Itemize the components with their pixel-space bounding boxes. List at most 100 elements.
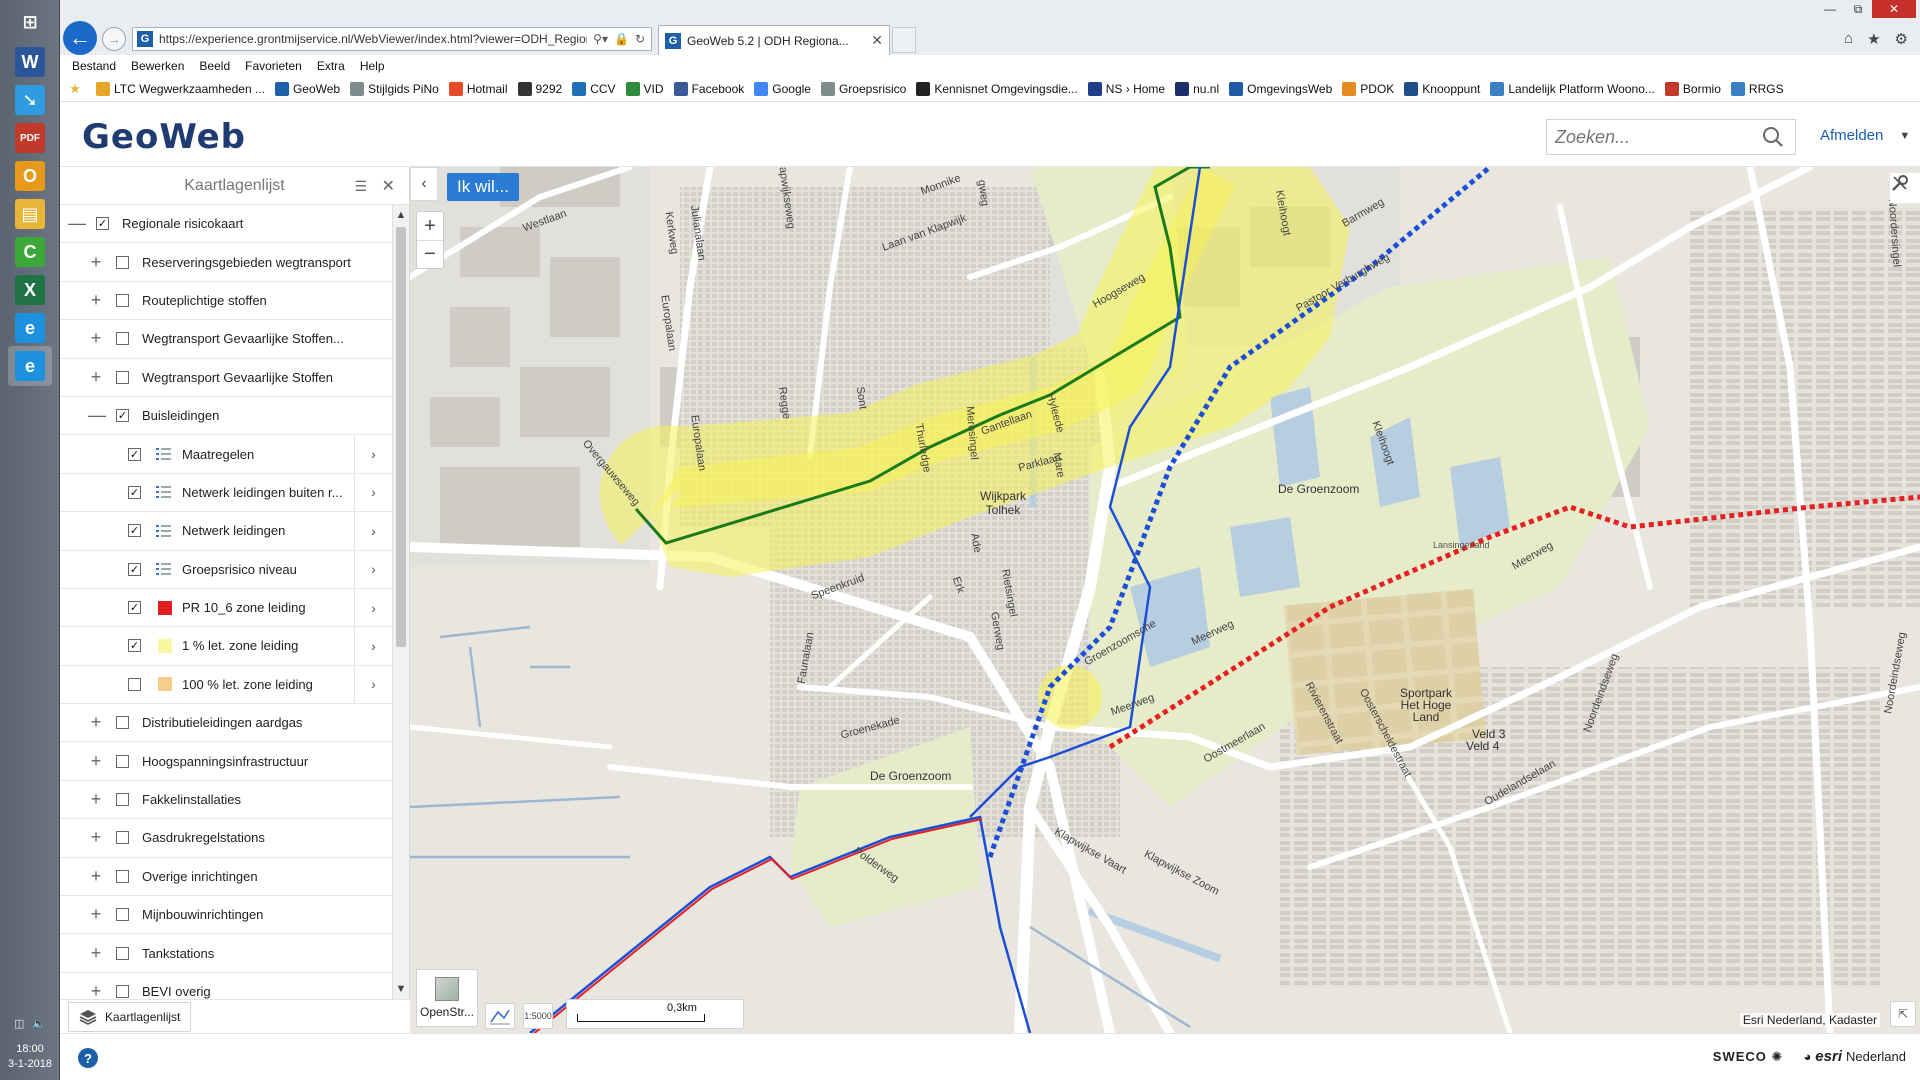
favorite-link[interactable]: Knooppunt [1404, 82, 1480, 96]
system-clock[interactable]: 18:00 3-1-2018 [0, 1042, 60, 1072]
help-button[interactable]: ? [78, 1048, 98, 1068]
logout-menu[interactable]: Afmelden ▼ [1820, 127, 1910, 144]
chevron-right-icon[interactable]: › [354, 665, 392, 704]
layer-checkbox[interactable] [116, 908, 129, 922]
address-bar[interactable]: G https://experience.grontmijservice.nl/… [132, 27, 652, 51]
browser-tab[interactable]: G GeoWeb 5.2 | ODH Regiona... ✕ [658, 25, 890, 55]
layer-checkbox[interactable]: ✓ [128, 639, 141, 653]
restore-button[interactable]: ⧉ [1844, 0, 1872, 18]
taskbar-button[interactable]: C [8, 232, 52, 272]
network-icon[interactable]: ◫ [14, 1017, 24, 1030]
expand-icon[interactable]: + [88, 328, 104, 349]
layer-checkbox[interactable] [116, 985, 129, 998]
layer-row[interactable]: — ✓ Buisleidingen [60, 397, 392, 436]
layer-checkbox[interactable] [116, 869, 129, 883]
layer-row[interactable]: + Routeplichtige stoffen [60, 282, 392, 321]
favorite-link[interactable]: Google [754, 82, 811, 96]
layer-checkbox[interactable]: ✓ [128, 485, 141, 499]
layer-row[interactable]: + Mijnbouwinrichtingen [60, 896, 392, 935]
chevron-right-icon[interactable]: › [354, 588, 392, 627]
menu-item[interactable]: Extra [317, 59, 345, 73]
expand-icon[interactable]: + [88, 866, 104, 887]
basemap-toggle[interactable]: OpenStr... [416, 969, 478, 1027]
layer-row[interactable]: ✓ › Maatregelen [60, 435, 392, 474]
layer-checkbox[interactable] [128, 677, 141, 691]
scroll-thumb[interactable] [396, 227, 406, 647]
chevron-down-icon[interactable]: ▼ [1899, 130, 1910, 142]
scale-button[interactable]: 1:5000 [523, 1003, 553, 1029]
new-tab-button[interactable] [892, 27, 916, 53]
expand-icon[interactable]: + [88, 367, 104, 388]
expand-icon[interactable]: + [88, 751, 104, 772]
menu-item[interactable]: Beeld [199, 59, 230, 73]
expand-icon[interactable]: + [88, 943, 104, 964]
favorite-link[interactable]: Landelijk Platform Woono... [1490, 82, 1655, 96]
layer-row[interactable]: ✓ › Netwerk leidingen buiten r... [60, 473, 392, 513]
expand-icon[interactable]: + [88, 789, 104, 810]
map-canvas[interactable] [410, 167, 1920, 1033]
favorite-link[interactable]: CCV [572, 82, 616, 96]
favorite-link[interactable]: GeoWeb [274, 82, 340, 96]
layer-row[interactable]: + Overige inrichtingen [60, 858, 392, 897]
chevron-right-icon[interactable]: › [354, 512, 392, 550]
layer-checkbox[interactable] [116, 754, 129, 768]
expand-icon[interactable]: + [88, 904, 104, 925]
geoweb-logo[interactable]: GeoWeb [82, 117, 246, 157]
layer-checkbox[interactable]: ✓ [116, 409, 129, 423]
layer-checkbox[interactable]: ✓ [128, 447, 141, 461]
favorite-link[interactable]: VID [625, 82, 664, 96]
ik-wil-button[interactable]: Ik wil... [447, 173, 519, 201]
favorite-link[interactable]: Hotmail [448, 82, 508, 96]
zoom-in-button[interactable]: + [417, 212, 443, 240]
collapse-icon[interactable]: — [88, 405, 106, 426]
layer-row[interactable]: + Wegtransport Gevaarlijke Stoffen [60, 359, 392, 397]
collapse-icon[interactable]: — [68, 213, 86, 234]
layer-checkbox[interactable] [116, 793, 129, 807]
layer-checkbox[interactable]: ✓ [128, 601, 141, 615]
layer-row[interactable]: + Gasdrukregelstations [60, 819, 392, 858]
tools-button[interactable] [1890, 173, 1920, 203]
panel-menu-icon[interactable]: ☰ [354, 178, 367, 195]
layer-row[interactable]: + Distributieleidingen aardgas [60, 704, 392, 743]
layer-checkbox[interactable]: ✓ [128, 562, 141, 576]
expand-icon[interactable]: + [88, 252, 104, 273]
layer-checkbox[interactable] [116, 946, 129, 960]
search-button[interactable] [1755, 120, 1791, 154]
chevron-right-icon[interactable]: › [354, 473, 392, 512]
taskbar-button[interactable]: e [8, 346, 52, 386]
layer-row[interactable]: ✓ › PR 10_6 zone leiding [60, 588, 392, 628]
layer-row[interactable]: + Tankstations [60, 934, 392, 973]
layer-row[interactable]: ✓ › Groepsrisico niveau [60, 550, 392, 589]
forward-button[interactable]: → [102, 27, 126, 51]
taskbar-button[interactable]: ➘ [8, 80, 52, 120]
back-button[interactable]: ← [63, 21, 97, 55]
favorite-link[interactable]: Stijlgids PiNo [350, 82, 439, 96]
map-corner-button[interactable]: ⇱ [1890, 1001, 1916, 1027]
favorites-bar-star-icon[interactable]: ★ [68, 81, 86, 96]
expand-icon[interactable]: + [88, 981, 104, 999]
menu-item[interactable]: Bestand [72, 59, 116, 73]
layer-checkbox[interactable] [116, 255, 129, 269]
layer-checkbox[interactable] [116, 831, 129, 845]
favorite-link[interactable]: nu.nl [1175, 82, 1219, 96]
menu-item[interactable]: Favorieten [245, 59, 302, 73]
logout-label[interactable]: Afmelden [1820, 127, 1883, 144]
search-input[interactable] [1555, 126, 1755, 148]
scroll-down-icon[interactable]: ▼ [393, 983, 409, 995]
taskbar-button[interactable]: X [8, 270, 52, 310]
favorite-link[interactable]: LTC Wegwerkzaamheden ... [96, 82, 265, 96]
favorites-star-icon[interactable]: ★ [1867, 30, 1880, 48]
scroll-up-icon[interactable]: ▲ [393, 209, 409, 221]
layer-checkbox[interactable]: ✓ [96, 217, 109, 231]
chevron-right-icon[interactable]: › [354, 550, 392, 588]
layer-checkbox[interactable] [116, 332, 129, 346]
taskbar-button[interactable]: ⊞ [8, 2, 52, 42]
favorite-link[interactable]: Bormio [1664, 82, 1721, 96]
menu-item[interactable]: Bewerken [131, 59, 184, 73]
lock-icon[interactable]: 🔒 [614, 32, 629, 46]
layer-checkbox[interactable] [116, 293, 129, 307]
layer-row[interactable]: ✓ › Netwerk leidingen [60, 512, 392, 551]
address-text[interactable]: https://experience.grontmijservice.nl/We… [159, 32, 587, 46]
favorite-link[interactable]: Facebook [673, 82, 744, 96]
taskbar-button[interactable]: O [8, 156, 52, 196]
